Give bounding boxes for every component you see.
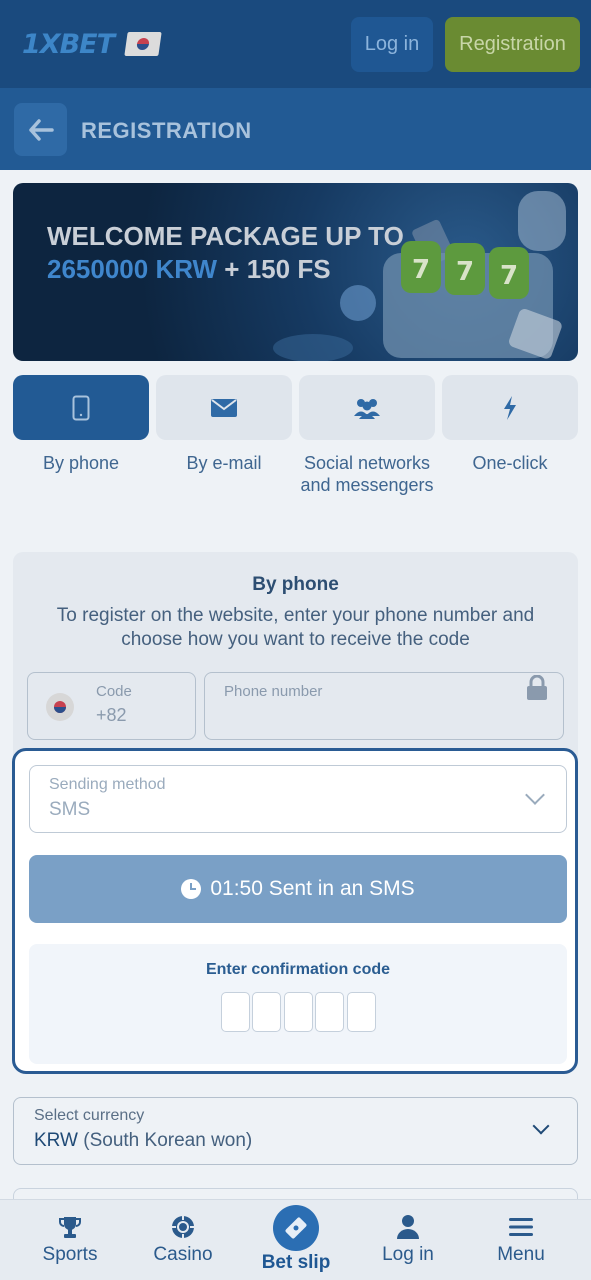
svg-text:7: 7 [456,257,474,287]
code-digit-input[interactable] [252,992,281,1032]
currency-code: KRW [34,1130,78,1151]
korea-flag-icon [46,693,74,721]
chevron-down-icon [525,785,545,805]
clock-icon [181,879,202,899]
tab-by-email[interactable] [156,375,292,440]
currency-label: Select currency [34,1107,145,1124]
registration-bar: REGISTRATION [0,88,591,170]
banner-amount: 2650000 KRW [47,254,218,284]
tab-label-social-networks: Social networks and messengers [300,453,434,495]
currency-select[interactable]: Select currency KRW (South Korean won) [13,1097,578,1165]
tab-one-click[interactable] [442,375,578,440]
nav-sports-label: Sports [42,1244,98,1265]
envelope-icon [211,398,237,417]
country-code-value: +82 [96,705,127,725]
code-digit-input[interactable] [347,992,376,1032]
login-button[interactable]: Log in [351,17,433,72]
timer-text: 01:50 Sent in an SMS [210,877,415,900]
code-digit-input[interactable] [315,992,344,1032]
casino-chip-icon [170,1214,196,1240]
form-title: By phone [252,574,339,595]
lightning-icon [504,395,516,420]
back-button[interactable] [14,103,67,156]
bet-slip-button[interactable] [273,1205,319,1251]
banner-offer: 2650000 KRW + 150 FS [47,254,331,285]
nav-log-in-label: Log in [382,1244,434,1265]
registration-button[interactable]: Registration [445,17,580,72]
banner-bonus: + 150 FS [217,254,331,284]
code-digit-input[interactable] [284,992,313,1032]
phone-icon [72,395,90,420]
country-code-label: Code [96,683,132,700]
arrow-left-icon [28,118,54,141]
sms-confirmation-panel: Sending method SMS 01:50 Sent in an SMS … [12,748,578,1074]
phone-number-placeholder: Phone number [224,683,323,700]
code-digit-input[interactable] [221,992,250,1032]
tab-label-by-phone: By phone [42,453,120,473]
svg-text:7: 7 [412,255,430,285]
people-icon [354,398,380,419]
form-description: To register on the website, enter your p… [56,605,535,650]
nav-casino-label: Casino [153,1244,213,1265]
country-code-field[interactable]: Code +82 [27,672,196,740]
currency-name: (South Korean won) [83,1130,253,1151]
trophy-icon [57,1214,83,1240]
logo-text: 1XBET [22,28,115,60]
top-header: 1XBET Log in Registration [0,0,591,88]
tab-label-one-click: One-click [472,453,548,473]
svg-text:7: 7 [500,261,518,291]
nav-menu-label: Menu [497,1244,545,1265]
korea-flag-icon [124,32,162,56]
nav-log-in[interactable]: Log in [353,1200,463,1280]
ticket-icon [285,1217,307,1239]
nav-bet-slip-label: Bet slip [261,1252,331,1273]
user-icon [395,1214,421,1240]
tab-label-by-email: By e-mail [186,453,262,473]
sending-method-select[interactable]: Sending method SMS [29,765,567,833]
page-title: REGISTRATION [81,118,252,143]
confirmation-code-title: Enter confirmation code [205,961,391,978]
tab-social-networks[interactable] [299,375,435,440]
lock-icon [527,675,547,700]
nav-sports[interactable]: Sports [15,1200,125,1280]
sending-method-label: Sending method [49,776,166,793]
sending-method-value: SMS [49,799,91,820]
confirmation-code-box: Enter confirmation code [29,944,567,1064]
banner-headline: WELCOME PACKAGE UP TO [47,221,404,251]
phone-number-field[interactable]: Phone number [204,672,564,740]
nav-menu[interactable]: Menu [466,1200,576,1280]
tab-by-phone[interactable] [13,375,149,440]
brand-logo[interactable]: 1XBET [22,28,162,60]
nav-casino[interactable]: Casino [128,1200,238,1280]
resend-timer-button[interactable]: 01:50 Sent in an SMS [29,855,567,923]
welcome-banner[interactable]: 7 7 7 WELCOME PACKAGE UP TO 2650000 KRW … [13,183,578,361]
chevron-down-icon [532,1117,550,1135]
hamburger-menu-icon [508,1214,534,1240]
currency-value: KRW (South Korean won) [34,1130,252,1152]
